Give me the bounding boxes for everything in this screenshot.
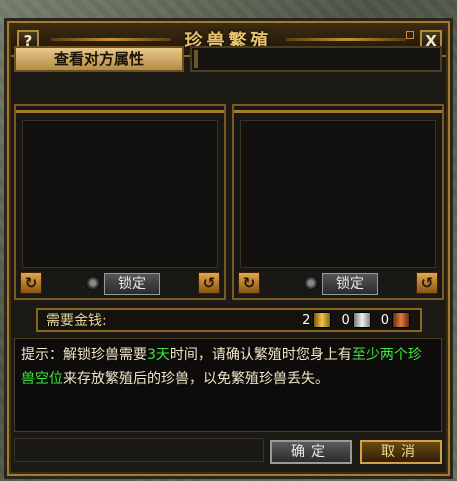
gold-value: 2: [302, 312, 311, 328]
required-money-bar: 需要金钱: 2 0 0: [36, 308, 422, 332]
tip-text-part: 提示：解锁珍兽需要: [21, 347, 147, 363]
right-lock-button[interactable]: 锁定: [322, 273, 378, 295]
copper-amount: 0: [381, 312, 410, 328]
gold-coin-icon: [313, 312, 332, 328]
tip-highlight-duration: 3天: [147, 347, 170, 363]
silver-value: 0: [341, 312, 350, 328]
left-pet-slot: ↻ 锁定 ↺: [14, 104, 226, 300]
right-pet-slot: ↻ 锁定 ↺: [232, 104, 444, 300]
panel-divider: [234, 110, 442, 113]
silver-coin-icon: [352, 312, 371, 328]
title-ornament-left: [51, 38, 171, 41]
gold-amount: 2: [302, 312, 332, 328]
left-lock-indicator: [86, 276, 100, 290]
rotate-left-icon[interactable]: ↻: [238, 272, 260, 294]
cancel-button[interactable]: 取消: [360, 440, 442, 464]
right-lock-indicator: [304, 276, 318, 290]
left-pet-display[interactable]: [22, 120, 218, 268]
rotate-left-icon[interactable]: ↻: [20, 272, 42, 294]
tip-text-part: 时间，请确认繁殖时您身上有: [169, 347, 352, 363]
copper-value: 0: [380, 312, 389, 328]
breeding-tip-text: 提示：解锁珍兽需要3天时间，请确认繁殖时您身上有至少两个珍兽空位来存放繁殖后的珍…: [14, 338, 442, 432]
tip-text-part: 来存放繁殖后的珍兽，以免繁殖珍兽丢失。: [63, 371, 329, 387]
title-ornament-right: [286, 38, 406, 41]
corner-ornament: [406, 31, 414, 39]
silver-amount: 0: [341, 312, 371, 328]
top-info-bar: [190, 46, 442, 72]
right-pet-display[interactable]: [240, 120, 436, 268]
rotate-right-icon[interactable]: ↺: [416, 272, 438, 294]
view-opponent-attributes-button[interactable]: 查看对方属性: [14, 46, 184, 72]
left-lock-button[interactable]: 锁定: [104, 273, 160, 295]
required-money-label: 需要金钱:: [46, 313, 107, 329]
confirm-button[interactable]: 确定: [270, 440, 352, 464]
bottom-left-bar: [14, 438, 264, 462]
panel-divider: [16, 110, 224, 113]
copper-coin-icon: [392, 312, 410, 328]
rotate-right-icon[interactable]: ↺: [198, 272, 220, 294]
